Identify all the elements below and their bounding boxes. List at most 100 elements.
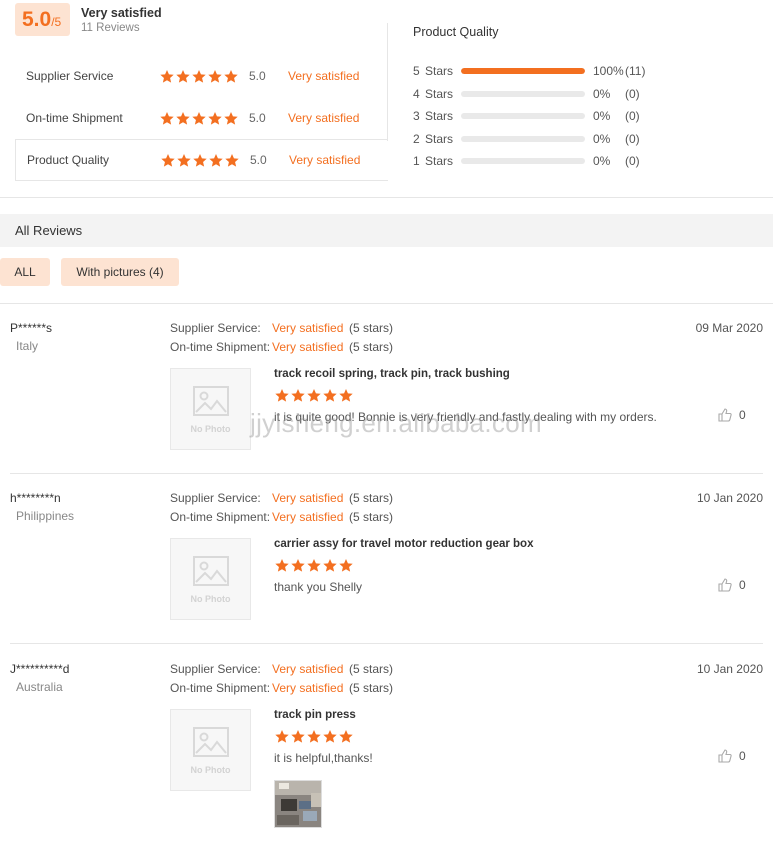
rating-row-supplier-service[interactable]: Supplier Service 5.0 Very satisfied <box>15 55 388 97</box>
stars-word: Stars <box>425 86 454 101</box>
star-icon <box>306 558 322 573</box>
rating-row-product-quality[interactable]: Product Quality 5.0 Very satisfied <box>15 139 388 181</box>
like-button[interactable]: 0 <box>718 578 746 592</box>
star-icon <box>159 111 175 126</box>
like-count: 0 <box>739 749 746 763</box>
like-count: 0 <box>739 578 746 592</box>
progress-track <box>461 68 585 75</box>
supplier-service-label: Supplier Service: <box>170 662 261 676</box>
star-icon <box>338 729 354 744</box>
progress-track <box>461 113 585 120</box>
like-button[interactable]: 0 <box>718 408 746 422</box>
review-count: (0) <box>625 154 640 169</box>
star-icon <box>208 153 224 168</box>
star-icon <box>290 388 306 403</box>
star-bar-row: 5 Stars 100% (11) <box>413 60 645 83</box>
percent-label: 0% <box>593 86 611 101</box>
star-icon <box>176 153 192 168</box>
rating-text: Very satisfied <box>288 69 360 83</box>
rating-label: Product Quality <box>27 153 110 167</box>
rating-row-on-time-shipment[interactable]: On-time Shipment 5.0 Very satisfied <box>15 97 388 139</box>
star-icon <box>159 69 175 84</box>
star-bar-row: 1 Stars 0% (0) <box>413 150 645 173</box>
stars-word: Stars <box>425 131 454 146</box>
percent-label: 0% <box>593 109 611 124</box>
review-stars <box>274 558 354 573</box>
review-item: h********n Philippines Supplier Service:… <box>0 474 773 644</box>
supplier-service-value: Very satisfied <box>272 321 344 335</box>
star-icon <box>223 69 239 84</box>
filter-with-pictures-button[interactable]: With pictures (4) <box>61 258 179 286</box>
filter-all-button[interactable]: ALL <box>0 258 50 286</box>
supplier-service-stars: (5 stars) <box>349 491 394 505</box>
shipment-value: Very satisfied <box>272 510 344 524</box>
shipment-label: On-time Shipment: <box>170 340 271 354</box>
product-name[interactable]: track pin press <box>274 709 356 721</box>
star-icon <box>322 388 338 403</box>
review-photo-thumbnail[interactable] <box>274 780 322 828</box>
star-icon <box>290 729 306 744</box>
rating-value: 5.0 <box>250 153 267 167</box>
product-name[interactable]: track recoil spring, track pin, track bu… <box>274 368 510 380</box>
star-icon <box>191 69 207 84</box>
shipment-label: On-time Shipment: <box>170 510 271 524</box>
all-reviews-header: All Reviews <box>0 214 773 247</box>
product-name[interactable]: carrier assy for travel motor reduction … <box>274 538 533 550</box>
star-icon <box>223 111 239 126</box>
star-icon <box>207 69 223 84</box>
supplier-service-line: Supplier Service: Very satisfied (5 star… <box>170 662 393 676</box>
rating-label: On-time Shipment <box>26 111 123 125</box>
star-icon <box>306 729 322 744</box>
star-icon <box>274 558 290 573</box>
reviewer-country: Italy <box>16 339 39 353</box>
rating-value: 5.0 <box>249 111 266 125</box>
overall-score: 5.0 <box>22 8 52 31</box>
thumbs-up-icon <box>718 749 732 763</box>
star-icon <box>338 558 354 573</box>
score-badge: 5.0/5 <box>15 3 70 36</box>
product-image-placeholder[interactable]: No Photo <box>170 368 251 450</box>
rating-value: 5.0 <box>249 69 266 83</box>
image-placeholder-icon <box>193 386 229 416</box>
star-icon <box>322 729 338 744</box>
star-icon <box>322 558 338 573</box>
product-image-placeholder[interactable]: No Photo <box>170 709 251 791</box>
star-icon <box>274 388 290 403</box>
star-icon <box>274 729 290 744</box>
progress-track <box>461 90 585 97</box>
rating-label: Supplier Service <box>26 69 114 83</box>
image-placeholder-icon <box>193 727 229 757</box>
star-count: 4 <box>413 86 420 101</box>
review-count: (0) <box>625 109 640 124</box>
progress-fill <box>461 68 585 75</box>
thumbs-up-icon <box>718 578 732 592</box>
shipment-line: On-time Shipment: Very satisfied (5 star… <box>170 340 393 354</box>
reviewer-country: Philippines <box>16 509 75 523</box>
rating-text: Very satisfied <box>289 153 361 167</box>
reviewer-name: P******s <box>10 321 53 335</box>
rating-text: Very satisfied <box>288 111 360 125</box>
review-count: (0) <box>625 131 640 146</box>
image-placeholder-icon <box>193 556 229 586</box>
rating-stars <box>159 69 241 84</box>
reviewer-name: h********n <box>10 491 61 505</box>
supplier-service-stars: (5 stars) <box>349 662 394 676</box>
star-icon <box>224 153 240 168</box>
reviews-count: 11 Reviews <box>81 22 140 34</box>
rating-breakdown: Supplier Service 5.0 Very satisfied On-t… <box>15 55 388 181</box>
star-icon <box>207 111 223 126</box>
quality-distribution: 5 Stars 100% (11) 4 Stars 0% (0) 3 Stars… <box>413 60 645 173</box>
review-stars <box>274 729 354 744</box>
like-button[interactable]: 0 <box>718 749 746 763</box>
quality-distribution-title: Product Quality <box>413 25 499 39</box>
percent-label: 0% <box>593 131 611 146</box>
star-icon <box>175 111 191 126</box>
rating-stars <box>160 153 242 168</box>
product-image-placeholder[interactable]: No Photo <box>170 538 251 620</box>
stars-word: Stars <box>425 154 454 169</box>
no-photo-label: No Photo <box>190 765 231 775</box>
no-photo-label: No Photo <box>190 424 231 434</box>
supplier-service-value: Very satisfied <box>272 491 344 505</box>
score-max: /5 <box>51 15 62 29</box>
stars-word: Stars <box>425 64 454 79</box>
